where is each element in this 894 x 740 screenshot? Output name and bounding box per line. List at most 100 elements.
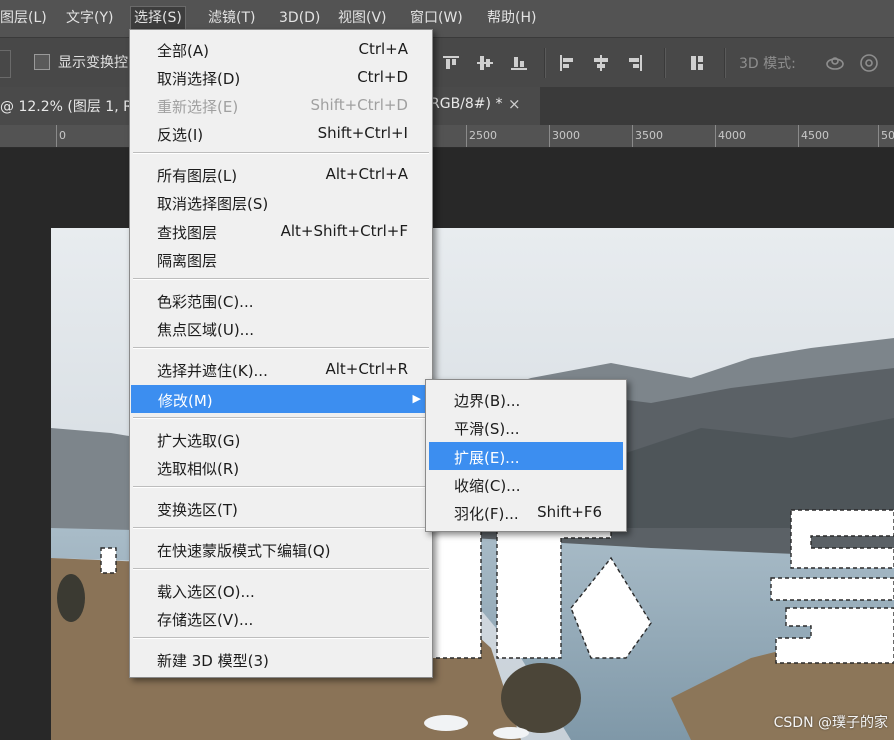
- menu-item-label: 边界(B)...: [454, 392, 521, 410]
- ruler-tick: [632, 125, 633, 147]
- menu-separator: [133, 278, 429, 280]
- ruler-label: 4500: [801, 129, 829, 142]
- submenu-item-contract[interactable]: 收缩(C)...: [426, 470, 626, 498]
- ruler-label: 4000: [718, 129, 746, 142]
- submenu-item-smooth[interactable]: 平滑(S)...: [426, 413, 626, 441]
- menu-item-label: 在快速蒙版模式下编辑(Q): [157, 542, 331, 560]
- document-tab-title-tail: RGB/8#) *: [430, 96, 503, 112]
- modify-submenu: 边界(B)... 平滑(S)... 扩展(E)... 收缩(C)... 羽化(F…: [425, 379, 627, 532]
- menu-item-inverse[interactable]: 反选(I) Shift+Ctrl+I: [130, 119, 432, 147]
- menu-separator: [133, 637, 429, 639]
- menu-item-label: 选取相似(R): [157, 460, 240, 478]
- menu-item-transform-selection[interactable]: 变换选区(T): [130, 494, 432, 522]
- menu-item-label: 扩大选取(G): [157, 432, 241, 450]
- close-icon[interactable]: ×: [508, 95, 521, 113]
- select-menu: 全部(A) Ctrl+A 取消选择(D) Ctrl+D 重新选择(E) Shif…: [129, 29, 433, 678]
- submenu-item-feather[interactable]: 羽化(F)... Shift+F6: [426, 498, 626, 526]
- menu-item-color-range[interactable]: 色彩范围(C)...: [130, 286, 432, 314]
- 3d-rotate-icon[interactable]: [858, 52, 880, 74]
- menu-item-save-selection[interactable]: 存储选区(V)...: [130, 604, 432, 632]
- 3d-orbit-icon[interactable]: [824, 52, 846, 74]
- divider: [544, 48, 546, 78]
- menu-item-label: 收缩(C)...: [454, 477, 521, 495]
- 3d-mode-label: 3D 模式:: [739, 56, 796, 72]
- menu-item-label: 平滑(S)...: [454, 420, 520, 438]
- menu-item-label: 变换选区(T): [157, 501, 238, 519]
- align-vcenter-icon[interactable]: [474, 52, 496, 74]
- tool-preset-picker[interactable]: [0, 50, 11, 78]
- menu-item-shortcut: Shift+Ctrl+I: [317, 124, 408, 142]
- menu-item-isolate-layers[interactable]: 隔离图层: [130, 245, 432, 273]
- menu-item-deselect-layers[interactable]: 取消选择图层(S): [130, 188, 432, 216]
- menu-item-shortcut: Shift+F6: [537, 503, 602, 521]
- submenu-item-expand[interactable]: 扩展(E)...: [429, 442, 623, 470]
- menu-help[interactable]: 帮助(H): [487, 0, 536, 37]
- menu-item-shortcut: Alt+Shift+Ctrl+F: [280, 222, 408, 240]
- menu-item-label: 色彩范围(C)...: [157, 293, 254, 311]
- menu-item-label: 取消选择图层(S): [157, 195, 269, 213]
- menu-item-label: 重新选择(E): [157, 98, 239, 116]
- menu-item-focus-area[interactable]: 焦点区域(U)...: [130, 314, 432, 342]
- menu-item-label: 查找图层: [157, 224, 218, 242]
- menu-separator: [133, 417, 429, 419]
- ruler-tick: [715, 125, 716, 147]
- menu-item-modify[interactable]: 修改(M) ▶: [131, 385, 431, 413]
- align-bottom-icon[interactable]: [508, 52, 530, 74]
- show-transform-checkbox[interactable]: [34, 54, 50, 70]
- menu-item-shortcut: Ctrl+A: [358, 40, 408, 58]
- align-top-icon[interactable]: [440, 52, 462, 74]
- align-left-icon[interactable]: [556, 52, 578, 74]
- menu-item-label: 反选(I): [157, 126, 204, 144]
- show-transform-label: 显示变换控: [58, 55, 128, 71]
- menu-item-similar[interactable]: 选取相似(R): [130, 453, 432, 481]
- submenu-item-border[interactable]: 边界(B)...: [426, 385, 626, 413]
- menu-item-shortcut: Shift+Ctrl+D: [310, 96, 408, 114]
- menu-item-reselect: 重新选择(E) Shift+Ctrl+D: [130, 91, 432, 119]
- ruler-label: 3500: [635, 129, 663, 142]
- menu-item-label: 扩展(E)...: [454, 449, 520, 467]
- menu-item-select-and-mask[interactable]: 选择并遮住(K)... Alt+Ctrl+R: [130, 355, 432, 383]
- menu-item-label: 修改(M): [158, 392, 213, 410]
- menu-item-label: 存储选区(V)...: [157, 611, 254, 629]
- align-right-icon[interactable]: [624, 52, 646, 74]
- menu-type[interactable]: 文字(Y): [66, 0, 113, 37]
- menu-item-label: 隔离图层: [157, 252, 218, 270]
- menu-item-label: 全部(A): [157, 42, 209, 60]
- menu-layer[interactable]: 图层(L): [0, 0, 47, 37]
- menu-select[interactable]: 选择(S): [130, 6, 186, 31]
- menu-item-label: 载入选区(O)...: [157, 583, 255, 601]
- menu-separator: [133, 347, 429, 349]
- menu-item-all-layers[interactable]: 所有图层(L) Alt+Ctrl+A: [130, 160, 432, 188]
- menu-separator: [133, 486, 429, 488]
- divider: [724, 48, 726, 78]
- ruler-label: 500: [881, 129, 894, 142]
- ruler-tick: [878, 125, 879, 147]
- menu-item-quick-mask[interactable]: 在快速蒙版模式下编辑(Q): [130, 535, 432, 563]
- document-tab-title: @ 12.2% (图层 1, R: [0, 99, 133, 115]
- watermark: CSDN @璞子的家: [773, 715, 888, 731]
- ruler-tick: [549, 125, 550, 147]
- menu-item-shortcut: Alt+Ctrl+A: [325, 165, 408, 183]
- menu-item-new-3d-model[interactable]: 新建 3D 模型(3): [130, 645, 432, 673]
- menu-item-label: 新建 3D 模型(3): [157, 652, 269, 670]
- menu-separator: [133, 527, 429, 529]
- submenu-arrow-icon: ▶: [412, 392, 421, 405]
- menu-item-load-selection[interactable]: 载入选区(O)...: [130, 576, 432, 604]
- menu-separator: [133, 152, 429, 154]
- menu-item-grow[interactable]: 扩大选取(G): [130, 425, 432, 453]
- menu-item-label: 所有图层(L): [157, 167, 238, 185]
- menu-item-all[interactable]: 全部(A) Ctrl+A: [130, 35, 432, 63]
- ruler-tick: [466, 125, 467, 147]
- menu-item-shortcut: Ctrl+D: [357, 68, 408, 86]
- divider: [664, 48, 666, 78]
- align-hcenter-icon[interactable]: [590, 52, 612, 74]
- menu-item-find-layers[interactable]: 查找图层 Alt+Shift+Ctrl+F: [130, 217, 432, 245]
- ruler-label: 3000: [552, 129, 580, 142]
- ruler-tick: [798, 125, 799, 147]
- ruler-label: 2500: [469, 129, 497, 142]
- menu-item-label: 羽化(F)...: [454, 505, 519, 523]
- menu-item-deselect[interactable]: 取消选择(D) Ctrl+D: [130, 63, 432, 91]
- distribute-icon[interactable]: [686, 52, 708, 74]
- menu-item-shortcut: Alt+Ctrl+R: [325, 360, 408, 378]
- menu-item-label: 焦点区域(U)...: [157, 321, 254, 339]
